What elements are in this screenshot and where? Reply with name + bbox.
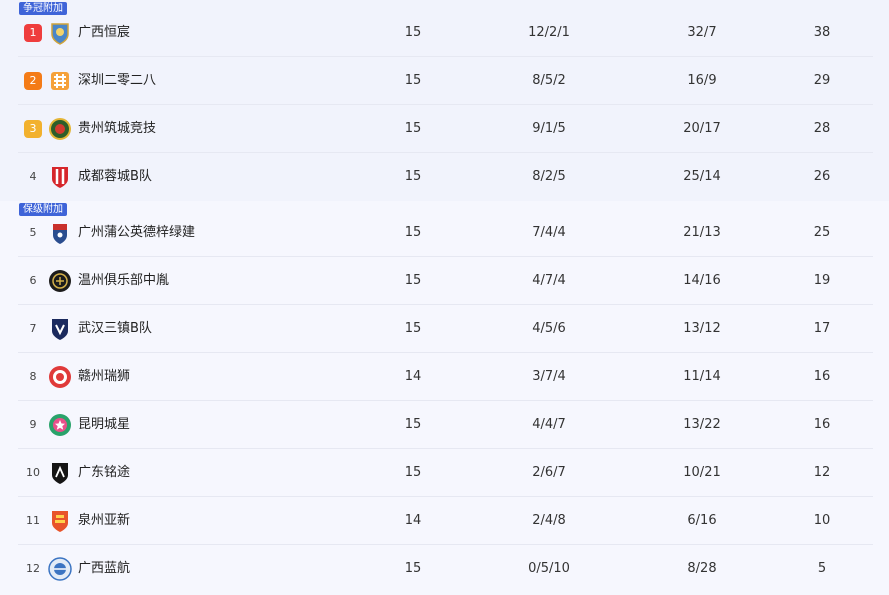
table-row[interactable]: 7 武汉三镇B队 15 4/5/6 13/12 17: [18, 305, 873, 353]
goals-value: 21/13: [683, 225, 721, 240]
rank-badge: 4: [29, 170, 37, 183]
team-name[interactable]: 温州俱乐部中胤: [78, 257, 169, 305]
goals-value: 32/7: [687, 25, 717, 40]
ganzhou-ruishi-crest-icon: [48, 365, 72, 389]
rank-badge: 10: [26, 466, 40, 479]
points-value: 38: [813, 25, 831, 40]
goals-value: 25/14: [683, 169, 721, 184]
goals-value: 13/22: [683, 417, 721, 432]
team-name[interactable]: 深圳二零二八: [78, 57, 156, 105]
team-name[interactable]: 贵州筑城竞技: [78, 105, 156, 153]
goals-value: 14/16: [683, 273, 721, 288]
played-value: 15: [404, 25, 422, 40]
team-name[interactable]: 广州蒲公英德梓绿建: [78, 209, 195, 257]
wdl-value: 2/6/7: [532, 465, 566, 480]
goals-value: 6/16: [687, 513, 717, 528]
chengdu-rongcheng-b-crest-icon: [48, 165, 72, 189]
table-row[interactable]: 3 贵州筑城竞技 15 9/1/5 20/17 28: [18, 105, 873, 153]
relegation-group-tag: 保级附加: [19, 203, 67, 216]
points-value: 12: [813, 465, 831, 480]
points-value: 5: [817, 561, 827, 576]
table-row[interactable]: 12 广西蓝航 15 0/5/10 8/28 5: [18, 545, 873, 593]
goals-value: 10/21: [683, 465, 721, 480]
points-value: 10: [813, 513, 831, 528]
guangdong-mingtu-crest-icon: [48, 461, 72, 485]
team-name[interactable]: 昆明城星: [78, 401, 130, 449]
rank-badge: 8: [29, 370, 37, 383]
goals-value: 13/12: [683, 321, 721, 336]
table-row[interactable]: 10 广东铭途 15 2/6/7 10/21 12: [18, 449, 873, 497]
wdl-value: 4/4/7: [532, 417, 566, 432]
guangxi-lanhang-crest-icon: [48, 557, 72, 581]
rank-badge: 12: [26, 562, 40, 575]
goals-value: 16/9: [687, 73, 717, 88]
points-value: 16: [813, 369, 831, 384]
played-value: 15: [404, 225, 422, 240]
table-row[interactable]: 6 温州俱乐部中胤 15 4/7/4 14/16 19: [18, 257, 873, 305]
wdl-value: 4/7/4: [532, 273, 566, 288]
table-row[interactable]: 1 广西恒宸 15 12/2/1 32/7 38: [18, 9, 873, 57]
goals-value: 8/28: [687, 561, 717, 576]
wdl-value: 8/5/2: [532, 73, 566, 88]
played-value: 14: [404, 369, 422, 384]
rank-badge: 5: [29, 226, 37, 239]
team-name[interactable]: 广西蓝航: [78, 545, 130, 593]
rank-badge: 9: [29, 418, 37, 431]
played-value: 15: [404, 321, 422, 336]
wdl-value: 8/2/5: [532, 169, 566, 184]
rank-badge: 7: [29, 322, 37, 335]
wuhan-three-towns-b-crest-icon: [48, 317, 72, 341]
table-row[interactable]: 4 成都蓉城B队 15 8/2/5 25/14 26: [18, 153, 873, 201]
wdl-value: 4/5/6: [532, 321, 566, 336]
points-value: 25: [813, 225, 831, 240]
team-name[interactable]: 广西恒宸: [78, 9, 130, 57]
guizhou-zhucheng-crest-icon: [48, 117, 72, 141]
points-value: 19: [813, 273, 831, 288]
championship-group-tag: 争冠附加: [19, 2, 67, 15]
played-value: 15: [404, 417, 422, 432]
table-row[interactable]: 2 深圳二零二八 15 8/5/2 16/9 29: [18, 57, 873, 105]
rank-badge: 1: [24, 24, 42, 42]
rank-badge: 2: [24, 72, 42, 90]
played-value: 15: [404, 561, 422, 576]
wdl-value: 2/4/8: [532, 513, 566, 528]
played-value: 14: [404, 513, 422, 528]
wdl-value: 0/5/10: [528, 561, 570, 576]
played-value: 15: [404, 73, 422, 88]
table-row[interactable]: 8 赣州瑞狮 14 3/7/4 11/14 16: [18, 353, 873, 401]
points-value: 26: [813, 169, 831, 184]
points-value: 17: [813, 321, 831, 336]
guangzhou-dandelion-crest-icon: [48, 221, 72, 245]
wdl-value: 12/2/1: [528, 25, 570, 40]
goals-value: 11/14: [683, 369, 721, 384]
kunming-city-star-crest-icon: [48, 413, 72, 437]
team-name[interactable]: 武汉三镇B队: [78, 305, 152, 353]
rank-badge: 6: [29, 274, 37, 287]
table-row[interactable]: 9 昆明城星 15 4/4/7 13/22 16: [18, 401, 873, 449]
wdl-value: 9/1/5: [532, 121, 566, 136]
points-value: 29: [813, 73, 831, 88]
goals-value: 20/17: [683, 121, 721, 136]
guangxi-hengchen-crest-icon: [48, 21, 72, 45]
quanzhou-yaxin-crest-icon: [48, 509, 72, 533]
wenzhou-club-crest-icon: [48, 269, 72, 293]
shenzhen-2028-crest-icon: [48, 69, 72, 93]
points-value: 28: [813, 121, 831, 136]
team-name[interactable]: 广东铭途: [78, 449, 130, 497]
standings-table: 争冠附加 保级附加 1 广西恒宸 15 12/2/1 32/7 38 2 深圳二…: [0, 0, 889, 595]
played-value: 15: [404, 121, 422, 136]
team-name[interactable]: 赣州瑞狮: [78, 353, 130, 401]
played-value: 15: [404, 465, 422, 480]
rank-badge: 11: [26, 514, 40, 527]
table-row[interactable]: 11 泉州亚新 14 2/4/8 6/16 10: [18, 497, 873, 545]
rank-badge: 3: [24, 120, 42, 138]
team-name[interactable]: 成都蓉城B队: [78, 153, 152, 201]
wdl-value: 3/7/4: [532, 369, 566, 384]
played-value: 15: [404, 273, 422, 288]
team-name[interactable]: 泉州亚新: [78, 497, 130, 545]
points-value: 16: [813, 417, 831, 432]
wdl-value: 7/4/4: [532, 225, 566, 240]
table-row[interactable]: 5 广州蒲公英德梓绿建 15 7/4/4 21/13 25: [18, 209, 873, 257]
played-value: 15: [404, 169, 422, 184]
